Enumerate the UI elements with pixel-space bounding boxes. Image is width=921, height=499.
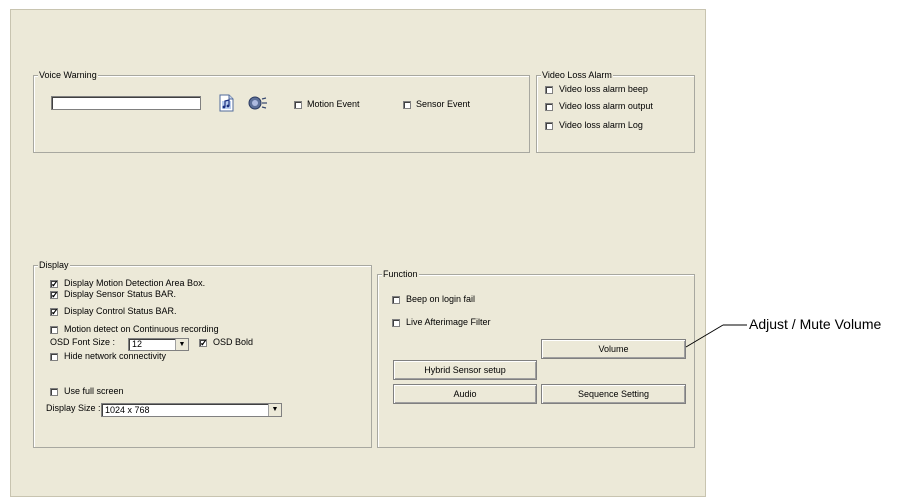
video-loss-log-label: Video loss alarm Log: [559, 120, 643, 130]
display-group: Display Display Motion Detection Area Bo…: [33, 259, 372, 448]
osd-font-size-select[interactable]: 12 ▼: [128, 338, 189, 351]
beep-login-fail-checkbox[interactable]: [392, 296, 400, 304]
sensor-event-label: Sensor Event: [416, 99, 471, 109]
motion-detect-continuous-checkbox[interactable]: [50, 326, 58, 334]
music-file-icon[interactable]: [217, 94, 235, 114]
hybrid-sensor-setup-button[interactable]: Hybrid Sensor setup: [393, 360, 537, 380]
function-group: Function Beep on login fail Live Afterim…: [377, 268, 695, 448]
use-full-screen-label: Use full screen: [64, 386, 124, 396]
voice-sound-field[interactable]: [51, 96, 201, 110]
chevron-down-icon[interactable]: ▼: [268, 404, 281, 416]
osd-font-size-value: 12: [132, 339, 143, 349]
osd-bold-checkbox[interactable]: [199, 337, 208, 349]
video-loss-output-label: Video loss alarm output: [559, 101, 653, 111]
function-title: Function: [382, 268, 419, 280]
voice-warning-title: Voice Warning: [38, 69, 98, 81]
live-afterimage-checkbox[interactable]: [392, 319, 400, 327]
live-afterimage-label: Live Afterimage Filter: [406, 317, 491, 327]
volume-button[interactable]: Volume: [541, 339, 686, 359]
video-loss-log-checkbox[interactable]: [545, 122, 553, 130]
sensor-status-bar-label: Display Sensor Status BAR.: [64, 289, 177, 299]
display-size-label: Display Size :: [46, 403, 101, 413]
motion-event-checkbox[interactable]: [294, 101, 302, 109]
motion-area-box-label: Display Motion Detection Area Box.: [64, 278, 206, 288]
sequence-setting-button[interactable]: Sequence Setting: [541, 384, 686, 404]
display-size-value: 1024 x 768: [105, 405, 150, 415]
chevron-down-icon[interactable]: ▼: [175, 339, 188, 350]
settings-panel: Voice Warning Motion Event Sensor Event: [10, 9, 706, 497]
motion-detect-continuous-label: Motion detect on Continuous recording: [64, 324, 219, 334]
osd-bold-label: OSD Bold: [213, 337, 254, 347]
motion-area-box-checkbox[interactable]: [50, 278, 59, 290]
video-loss-alarm-title: Video Loss Alarm: [541, 69, 613, 81]
control-status-bar-checkbox[interactable]: [50, 306, 59, 318]
video-loss-beep-label: Video loss alarm beep: [559, 84, 648, 94]
volume-callout-label: Adjust / Mute Volume: [749, 316, 882, 332]
voice-warning-group: Voice Warning Motion Event Sensor Event: [33, 69, 530, 153]
hide-network-label: Hide network connectivity: [64, 351, 167, 361]
video-loss-output-checkbox[interactable]: [545, 103, 553, 111]
display-size-select[interactable]: 1024 x 768 ▼: [101, 403, 282, 417]
video-loss-alarm-group: Video Loss Alarm Video loss alarm beep V…: [536, 69, 695, 153]
speaker-icon[interactable]: [247, 95, 267, 113]
hide-network-checkbox[interactable]: [50, 353, 58, 361]
audio-button[interactable]: Audio: [393, 384, 537, 404]
motion-event-label: Motion Event: [307, 99, 360, 109]
video-loss-beep-checkbox[interactable]: [545, 86, 553, 94]
sensor-status-bar-checkbox[interactable]: [50, 289, 59, 301]
beep-login-fail-label: Beep on login fail: [406, 294, 476, 304]
sensor-event-checkbox[interactable]: [403, 101, 411, 109]
use-full-screen-checkbox[interactable]: [50, 388, 58, 396]
osd-font-size-label: OSD Font Size :: [50, 337, 116, 347]
control-status-bar-label: Display Control Status BAR.: [64, 306, 177, 316]
display-title: Display: [38, 259, 70, 271]
